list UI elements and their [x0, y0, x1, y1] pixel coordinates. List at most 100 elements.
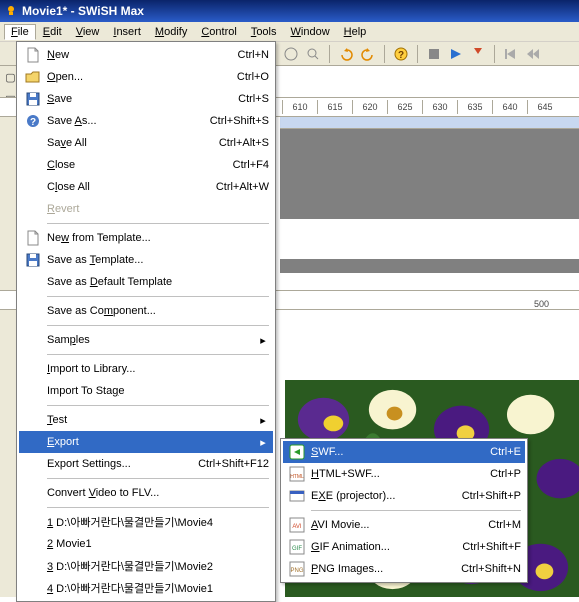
- file-menu-label: Import to Library...: [47, 363, 269, 375]
- export-submenu-item-4[interactable]: AVIAVI Movie...Ctrl+M: [283, 514, 525, 536]
- file-menu-item-15[interactable]: Samples▸: [19, 329, 273, 351]
- file-menu-label: Save as Template...: [47, 254, 269, 266]
- menubar-item-1[interactable]: Edit: [36, 24, 69, 40]
- file-menu-label: New: [47, 49, 232, 61]
- file-menu-label: New from Template...: [47, 232, 269, 244]
- file-menu-item-29[interactable]: 4 D:\아빠거란다\물결만들기\Movie1: [19, 577, 273, 599]
- png-icon: PNG: [287, 560, 307, 578]
- file-menu-label: Test: [47, 414, 253, 426]
- file-menu-item-10[interactable]: Save as Template...: [19, 249, 273, 271]
- blank-icon: [23, 455, 43, 473]
- file-menu-separator: [47, 354, 269, 355]
- menubar-item-5[interactable]: Control: [194, 24, 243, 40]
- export-submenu-item-6[interactable]: PNG PNG Images... Ctrl+Shift+N: [283, 558, 525, 580]
- blank-icon: [23, 360, 43, 378]
- stop-icon[interactable]: [423, 44, 445, 64]
- file-menu-item-5[interactable]: CloseCtrl+F4: [19, 154, 273, 176]
- export-submenu-label: PNG Images...: [311, 563, 455, 575]
- help-icon[interactable]: ?: [390, 44, 412, 64]
- file-menu-item-4[interactable]: Save AllCtrl+Alt+S: [19, 132, 273, 154]
- menubar-item-2[interactable]: View: [69, 24, 107, 40]
- menubar-item-3[interactable]: Insert: [106, 24, 148, 40]
- file-menu-shortcut: Ctrl+Shift+S: [210, 115, 269, 127]
- file-menu-label: Convert Video to FLV...: [47, 487, 269, 499]
- file-menu-label: Revert: [47, 203, 269, 215]
- export-submenu-item-0[interactable]: SWF...Ctrl+E: [283, 441, 525, 463]
- export-submenu-shortcut: Ctrl+E: [490, 446, 521, 458]
- blank-icon: [23, 535, 43, 553]
- ruler-tick: 645: [527, 100, 562, 114]
- timeline-track[interactable]: [280, 117, 579, 129]
- file-menu-label: 4 D:\아빠거란다\물결만들기\Movie1: [47, 580, 269, 596]
- menubar: FileEditViewInsertModifyControlToolsWind…: [0, 22, 579, 42]
- file-menu-item-0[interactable]: New Ctrl+N: [19, 44, 273, 66]
- swf-icon: [287, 443, 307, 461]
- canvas-white: [280, 310, 579, 370]
- file-menu-item-9[interactable]: New from Template...: [19, 227, 273, 249]
- file-menu-label: Save as Component...: [47, 305, 269, 317]
- svg-text:AVI: AVI: [292, 524, 302, 530]
- redo-icon[interactable]: [357, 44, 379, 64]
- menubar-item-6[interactable]: Tools: [244, 24, 284, 40]
- file-menu-item-22[interactable]: Export Settings...Ctrl+Shift+F12: [19, 453, 273, 475]
- export-submenu: SWF...Ctrl+EHTMLHTML+SWF...Ctrl+PEXE (pr…: [280, 438, 528, 583]
- rewind-start-icon[interactable]: [500, 44, 522, 64]
- svg-text:?: ?: [398, 50, 404, 61]
- svg-text:HTML: HTML: [290, 474, 304, 480]
- file-menu-item-6[interactable]: Close AllCtrl+Alt+W: [19, 176, 273, 198]
- app-icon: [4, 4, 18, 18]
- file-menu-label: 1 D:\아빠거란다\물결만들기\Movie4: [47, 514, 269, 530]
- file-menu-item-1[interactable]: Open...Ctrl+O: [19, 66, 273, 88]
- stage-empty-area: [280, 129, 579, 219]
- file-menu-separator: [47, 507, 269, 508]
- submenu-arrow-icon: ▸: [257, 334, 269, 347]
- export-submenu-label: GIF Animation...: [311, 541, 456, 553]
- file-menu-item-26[interactable]: 1 D:\아빠거란다\물결만들기\Movie4: [19, 511, 273, 533]
- file-menu-item-11[interactable]: Save as Default Template: [19, 271, 273, 293]
- export-submenu-separator: [311, 510, 521, 511]
- marker-icon[interactable]: [467, 44, 489, 64]
- file-icon: [23, 229, 43, 247]
- file-menu-shortcut: Ctrl+N: [238, 49, 269, 61]
- file-icon: [23, 46, 43, 64]
- blank-icon: [23, 134, 43, 152]
- export-submenu-item-1[interactable]: HTMLHTML+SWF...Ctrl+P: [283, 463, 525, 485]
- export-submenu-label: AVI Movie...: [311, 519, 482, 531]
- export-submenu-item-5[interactable]: GIFGIF Animation...Ctrl+Shift+F: [283, 536, 525, 558]
- ruler-tick: 640: [492, 100, 527, 114]
- menubar-item-0[interactable]: File: [4, 24, 36, 40]
- save-icon: [23, 251, 43, 269]
- file-menu-shortcut: Ctrl+Shift+F12: [198, 458, 269, 470]
- ruler-tick: 630: [422, 100, 457, 114]
- play-icon[interactable]: [280, 44, 302, 64]
- menubar-item-7[interactable]: Window: [284, 24, 337, 40]
- file-menu-item-7: Revert: [19, 198, 273, 220]
- titlebar-text: Movie1* - SWiSH Max: [22, 4, 144, 18]
- undo-icon[interactable]: [335, 44, 357, 64]
- file-menu-item-3[interactable]: ?Save As...Ctrl+Shift+S: [19, 110, 273, 132]
- file-menu-item-20[interactable]: Test▸: [19, 409, 273, 431]
- blank-icon: [23, 433, 43, 451]
- zoom-icon[interactable]: [302, 44, 324, 64]
- file-menu-item-18[interactable]: Import To Stage: [19, 380, 273, 402]
- ruler-tick: 610: [282, 100, 317, 114]
- play-forward-icon[interactable]: [445, 44, 467, 64]
- file-menu-item-21[interactable]: Export▸: [19, 431, 273, 453]
- file-menu-separator: [47, 325, 269, 326]
- svg-text:PNG: PNG: [290, 568, 303, 574]
- menubar-item-8[interactable]: Help: [337, 24, 374, 40]
- rewind-icon[interactable]: [522, 44, 544, 64]
- file-menu-shortcut: Ctrl+O: [237, 71, 269, 83]
- file-menu-label: Save as Default Template: [47, 276, 269, 288]
- export-submenu-item-2[interactable]: EXE (projector)...Ctrl+Shift+P: [283, 485, 525, 507]
- avi-icon: AVI: [287, 516, 307, 534]
- file-menu-shortcut: Ctrl+Alt+W: [216, 181, 269, 193]
- file-menu-item-17[interactable]: Import to Library...: [19, 358, 273, 380]
- file-menu-item-13[interactable]: Save as Component...: [19, 300, 273, 322]
- file-menu-item-2[interactable]: SaveCtrl+S: [19, 88, 273, 110]
- export-submenu-shortcut: Ctrl+Shift+N: [461, 563, 521, 575]
- menubar-item-4[interactable]: Modify: [148, 24, 194, 40]
- file-menu-item-28[interactable]: 3 D:\아빠거란다\물결만들기\Movie2: [19, 555, 273, 577]
- file-menu-item-24[interactable]: Convert Video to FLV...: [19, 482, 273, 504]
- file-menu-item-27[interactable]: 2 Movie1: [19, 533, 273, 555]
